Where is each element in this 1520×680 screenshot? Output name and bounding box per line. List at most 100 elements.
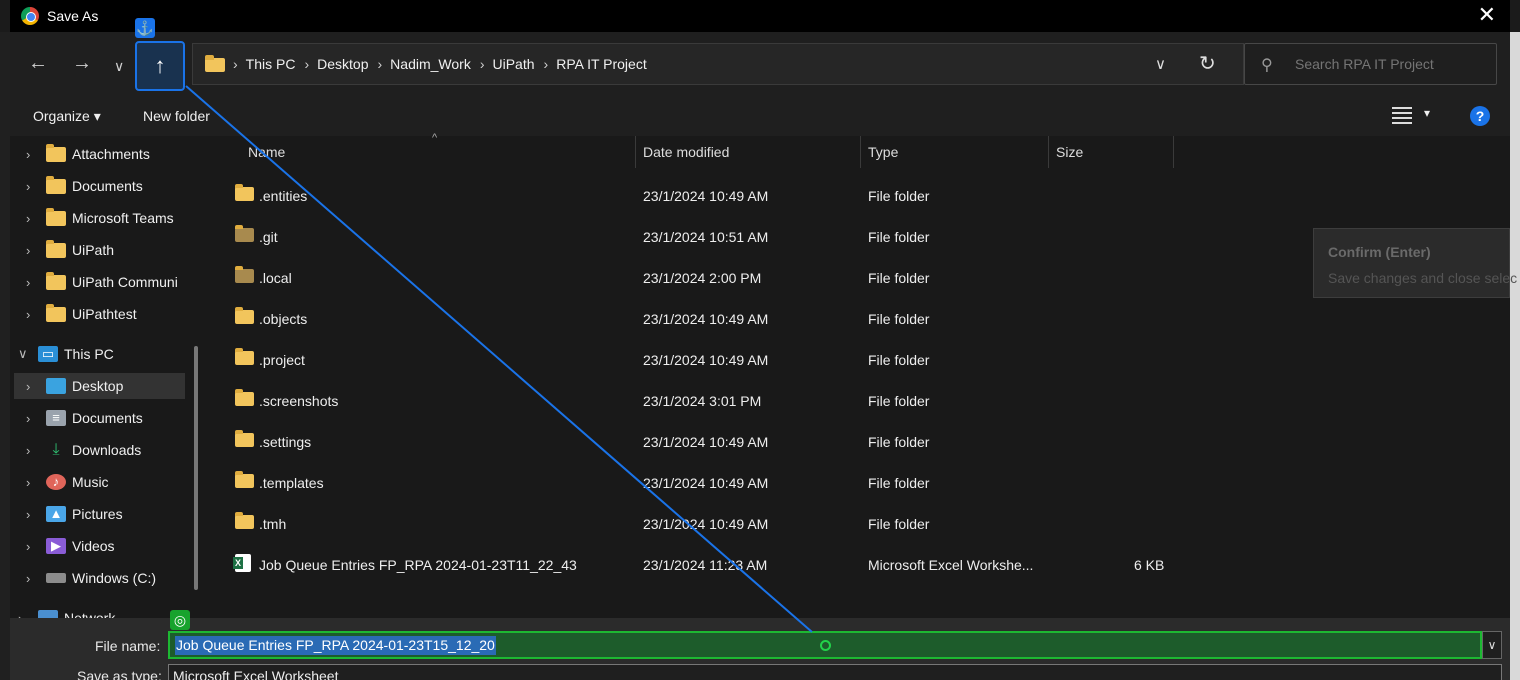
- expand-chevron-icon[interactable]: ›: [26, 211, 46, 226]
- expand-chevron-icon[interactable]: ›: [26, 475, 46, 490]
- expand-chevron-icon[interactable]: ›: [26, 275, 46, 290]
- sidebar-item-attachments[interactable]: › Attachments: [10, 141, 195, 167]
- list-item[interactable]: .settings 23/1/2024 10:49 AM File folder: [207, 422, 1307, 463]
- sidebar-item-documents[interactable]: › ≡ Documents: [10, 405, 195, 431]
- expand-chevron-icon[interactable]: ›: [26, 571, 46, 586]
- back-arrow-icon[interactable]: ←: [28, 52, 48, 74]
- sidebar-item-videos[interactable]: › ▶ Videos: [10, 533, 195, 559]
- list-item[interactable]: .git 23/1/2024 10:51 AM File folder: [207, 217, 1307, 258]
- file-type: File folder: [868, 434, 930, 450]
- collapse-chevron-icon[interactable]: ∨: [18, 346, 38, 362]
- background-window-edge-right: [1510, 32, 1520, 680]
- sidebar-item-this-pc[interactable]: ∨ ▭ This PC: [10, 341, 195, 367]
- expand-chevron-icon[interactable]: ›: [26, 539, 46, 554]
- save-as-type-label: Save as type:: [77, 668, 162, 680]
- sidebar-item-downloads[interactable]: › ⤓ Downloads: [10, 437, 195, 463]
- sidebar-item-documents-onedrive[interactable]: › Documents: [10, 173, 195, 199]
- sidebar-item-desktop[interactable]: › Desktop: [14, 373, 185, 399]
- expand-chevron-icon[interactable]: ›: [26, 243, 46, 258]
- file-size: 6 KB: [1134, 557, 1165, 573]
- view-options-icon[interactable]: [1392, 107, 1412, 125]
- sidebar-item-windows-c[interactable]: › Windows (C:): [10, 565, 195, 591]
- breadcrumb-nadim-work[interactable]: Nadim_Work: [390, 56, 471, 72]
- column-header-size[interactable]: Size: [1056, 144, 1083, 160]
- sidebar-item-uipathtest[interactable]: › UiPathtest: [10, 301, 195, 327]
- file-type: Microsoft Excel Workshe...: [868, 557, 1034, 573]
- sidebar-item-pictures[interactable]: › ▲ Pictures: [10, 501, 195, 527]
- file-name: .local: [259, 270, 292, 286]
- expand-chevron-icon[interactable]: ›: [26, 179, 46, 194]
- search-box[interactable]: ⚲: [1244, 43, 1497, 85]
- file-type: File folder: [868, 393, 930, 409]
- list-item[interactable]: Job Queue Entries FP_RPA 2024-01-23T11_2…: [207, 545, 1307, 586]
- breadcrumb-this-pc[interactable]: This PC: [246, 56, 296, 72]
- list-item[interactable]: .local 23/1/2024 2:00 PM File folder: [207, 258, 1307, 299]
- column-divider[interactable]: [1173, 136, 1174, 168]
- background-window-edge: [0, 32, 10, 680]
- folder-icon: [46, 143, 66, 162]
- expand-chevron-icon[interactable]: ›: [18, 611, 38, 619]
- file-name: .git: [259, 229, 278, 245]
- breadcrumb-separator[interactable]: ›: [544, 56, 549, 72]
- expand-chevron-icon[interactable]: ›: [26, 307, 46, 322]
- address-bar[interactable]: › This PC › Desktop › Nadim_Work › UiPat…: [192, 43, 1244, 85]
- expand-chevron-icon[interactable]: ›: [26, 411, 46, 426]
- breadcrumb-separator[interactable]: ›: [378, 56, 383, 72]
- list-item[interactable]: .templates 23/1/2024 10:49 AM File folde…: [207, 463, 1307, 504]
- refresh-icon[interactable]: ↻: [1199, 51, 1216, 76]
- column-divider[interactable]: [635, 136, 636, 168]
- column-header-name[interactable]: Name: [248, 144, 285, 160]
- network-icon: [38, 610, 58, 618]
- sidebar-item-network[interactable]: › Network: [10, 605, 195, 618]
- list-item[interactable]: .tmh 23/1/2024 10:49 AM File folder: [207, 504, 1307, 545]
- list-item[interactable]: .screenshots 23/1/2024 3:01 PM File fold…: [207, 381, 1307, 422]
- breadcrumb-separator[interactable]: ›: [304, 56, 309, 72]
- forward-arrow-icon[interactable]: →: [72, 52, 92, 74]
- close-icon[interactable]: ✕: [1478, 4, 1496, 26]
- file-name-dropdown-chevron-icon[interactable]: ∨: [1482, 631, 1502, 659]
- search-input[interactable]: [1295, 56, 1485, 72]
- window-title: Save As: [47, 8, 99, 24]
- chrome-logo-icon: [21, 7, 39, 25]
- sidebar-item-uipath[interactable]: › UiPath: [10, 237, 195, 263]
- up-folder-button[interactable]: ↑: [135, 41, 185, 91]
- target-icon: ◎: [170, 610, 190, 630]
- sort-ascending-icon: ^: [432, 132, 438, 144]
- sidebar-item-music[interactable]: › ♪ Music: [10, 469, 195, 495]
- breadcrumb-separator[interactable]: ›: [480, 56, 485, 72]
- recent-locations-chevron-icon[interactable]: ∨: [114, 55, 124, 77]
- folder-icon: [235, 225, 254, 242]
- breadcrumb-desktop[interactable]: Desktop: [317, 56, 368, 72]
- expand-chevron-icon[interactable]: ›: [26, 507, 46, 522]
- column-header-type[interactable]: Type: [868, 144, 898, 160]
- target-point-icon: [820, 640, 831, 651]
- file-type: File folder: [868, 270, 930, 286]
- organize-button[interactable]: Organize ▾: [33, 108, 101, 125]
- sidebar-scrollbar[interactable]: [194, 346, 198, 590]
- view-dropdown-icon[interactable]: ▾: [1424, 106, 1430, 120]
- column-header-date-modified[interactable]: Date modified: [643, 144, 729, 160]
- help-icon[interactable]: ?: [1470, 106, 1490, 126]
- file-name: Job Queue Entries FP_RPA 2024-01-23T11_2…: [259, 557, 577, 573]
- sidebar-item-label: Pictures: [72, 506, 123, 522]
- expand-chevron-icon[interactable]: ›: [26, 443, 46, 458]
- expand-chevron-icon[interactable]: ›: [26, 147, 46, 162]
- sidebar-item-label: Documents: [72, 410, 143, 426]
- list-item[interactable]: .objects 23/1/2024 10:49 AM File folder: [207, 299, 1307, 340]
- anchor-icon: ⚓: [135, 18, 155, 38]
- list-item[interactable]: .project 23/1/2024 10:49 AM File folder: [207, 340, 1307, 381]
- breadcrumb-uipath[interactable]: UiPath: [493, 56, 535, 72]
- sidebar-item-label: UiPath Communi: [72, 274, 178, 290]
- breadcrumb-rpa-it-project[interactable]: RPA IT Project: [556, 56, 647, 72]
- column-divider[interactable]: [1048, 136, 1049, 168]
- save-as-type-select[interactable]: Microsoft Excel Worksheet: [168, 664, 1502, 680]
- folder-icon: [235, 471, 254, 488]
- column-divider[interactable]: [860, 136, 861, 168]
- new-folder-button[interactable]: New folder: [143, 108, 210, 124]
- expand-chevron-icon[interactable]: ›: [26, 379, 46, 394]
- file-name-selected-text[interactable]: Job Queue Entries FP_RPA 2024-01-23T15_1…: [175, 636, 496, 655]
- list-item[interactable]: .entities 23/1/2024 10:49 AM File folder: [207, 176, 1307, 217]
- address-dropdown-chevron-icon[interactable]: ∨: [1155, 55, 1166, 73]
- sidebar-item-uipath-community[interactable]: › UiPath Communi: [10, 269, 195, 295]
- sidebar-item-microsoft-teams[interactable]: › Microsoft Teams: [10, 205, 195, 231]
